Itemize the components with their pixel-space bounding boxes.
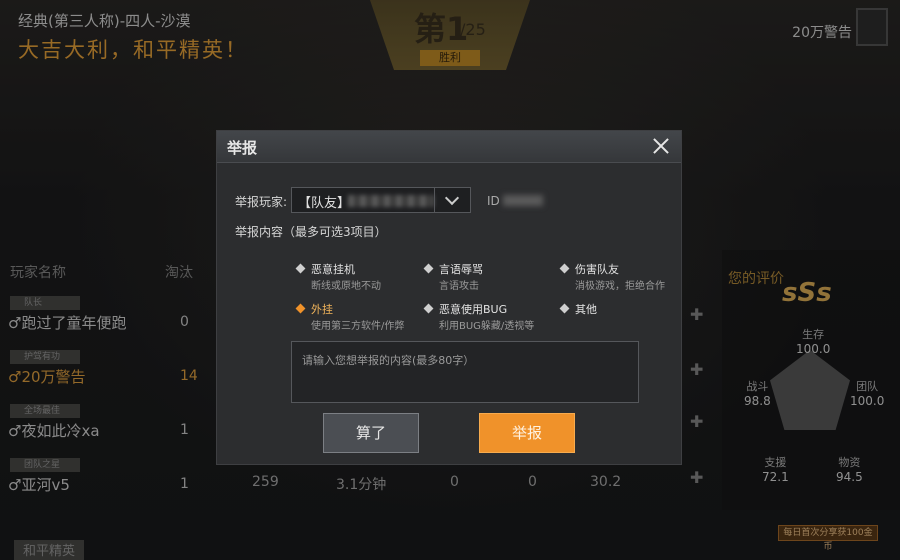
blurred-player-name — [348, 195, 434, 207]
option-desc: 消极游戏，拒绝合作 — [575, 281, 665, 292]
player-label: 举报玩家: — [235, 195, 288, 209]
chevron-down-icon[interactable] — [434, 188, 470, 212]
diamond-icon — [295, 263, 306, 274]
dialog-title: 举报 — [227, 139, 258, 157]
diamond-icon — [559, 263, 570, 274]
option-other[interactable]: 其他 — [559, 301, 689, 335]
report-content-input[interactable]: 请输入您想举报的内容(最多80字） — [291, 341, 639, 403]
option-title: 恶意使用BUG — [439, 303, 508, 316]
option-verbal-abuse[interactable]: 言语辱骂 言语攻击 — [423, 261, 553, 295]
id-label: ID — [487, 194, 500, 208]
option-desc: 言语攻击 — [439, 281, 479, 292]
report-dialog: 举报 举报玩家: 【队友】 ID 举报内容（最多可选3项目） 恶意挂机 断线或原… — [216, 130, 682, 465]
option-bug-abuse[interactable]: 恶意使用BUG 利用BUG躲藏/透视等 — [423, 301, 553, 335]
option-title: 伤害队友 — [575, 263, 619, 276]
close-icon[interactable] — [651, 136, 671, 156]
option-title: 言语辱骂 — [439, 263, 483, 276]
option-title: 其他 — [575, 303, 597, 316]
player-select-value: 【队友】 — [298, 196, 351, 211]
diamond-icon — [559, 303, 570, 314]
option-desc: 断线或原地不动 — [311, 281, 381, 292]
diamond-icon — [423, 303, 434, 314]
blurred-player-id — [503, 195, 543, 206]
option-desc: 使用第三方软件/作弊 — [311, 321, 405, 332]
option-cheating[interactable]: 外挂 使用第三方软件/作弊 — [295, 301, 425, 335]
option-desc: 利用BUG躲藏/透视等 — [439, 321, 535, 332]
cancel-button[interactable]: 算了 — [323, 413, 419, 453]
player-select[interactable]: 【队友】 — [291, 187, 471, 213]
option-afk[interactable]: 恶意挂机 断线或原地不动 — [295, 261, 425, 295]
option-team-harm[interactable]: 伤害队友 消极游戏，拒绝合作 — [559, 261, 689, 295]
diamond-icon — [423, 263, 434, 274]
content-label: 举报内容（最多可选3项目） — [235, 225, 387, 239]
diamond-icon — [295, 303, 306, 314]
option-title: 恶意挂机 — [311, 263, 355, 276]
dialog-header: 举报 — [217, 131, 681, 163]
submit-report-button[interactable]: 举报 — [479, 413, 575, 453]
option-title: 外挂 — [311, 303, 333, 316]
